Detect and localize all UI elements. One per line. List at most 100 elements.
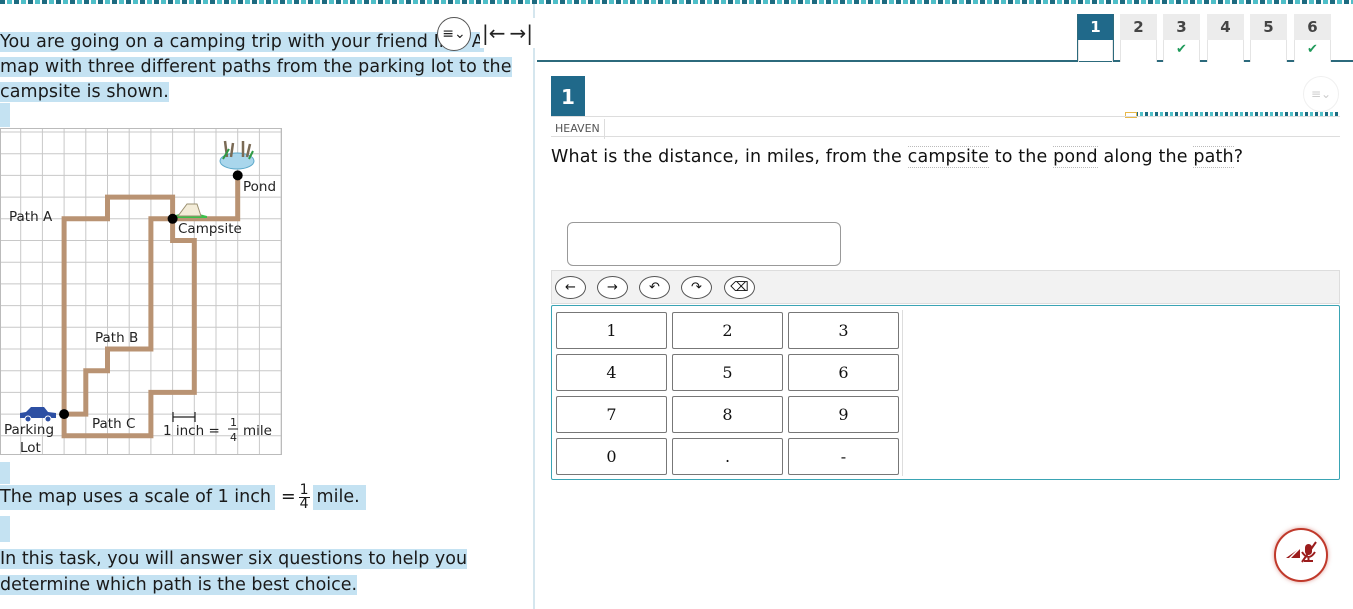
highlight-gap (0, 462, 10, 484)
collapse-left-icon[interactable]: |← (482, 21, 506, 45)
scale-sentence-prefix: The map uses a scale of 1 inch (0, 485, 275, 510)
key-9[interactable]: 9 (788, 396, 899, 433)
tab-number: 2 (1120, 14, 1157, 40)
key-5[interactable]: 5 (672, 354, 783, 391)
parking-point (59, 409, 70, 420)
scale-sentence-fraction: 1 4 (298, 483, 310, 512)
question-part: ? (1233, 147, 1244, 167)
campsite-point (167, 213, 178, 224)
question-tab-2[interactable]: 2 (1120, 14, 1157, 62)
question-part: to the (988, 147, 1054, 167)
scale-sentence-suffix: mile. (312, 485, 366, 510)
check-icon: ✔ (1294, 40, 1331, 62)
expand-right-icon[interactable]: →| (510, 21, 534, 45)
label-path-b: Path B (95, 330, 138, 346)
key-8[interactable]: 8 (672, 396, 783, 433)
key-6[interactable]: 6 (788, 354, 899, 391)
key-1[interactable]: 1 (556, 312, 667, 349)
label-path-a: Path A (9, 209, 53, 225)
arrow-left-icon: ← (565, 280, 576, 295)
tab-number: 3 (1163, 14, 1200, 40)
question-text: What is the distance, in miles, from the… (551, 146, 1244, 168)
intro-line-1: You are going on a camping trip with you… (0, 32, 484, 52)
passage-menu-button[interactable]: ≡⌄ (437, 17, 471, 51)
question-tab-6[interactable]: 6 ✔ (1294, 14, 1331, 62)
highlight-gap (0, 516, 10, 542)
tab-status (1120, 40, 1157, 62)
undo-button[interactable]: ↶ (639, 276, 670, 299)
key-7[interactable]: 7 (556, 396, 667, 433)
pond-icon (219, 140, 255, 170)
item-meta-label: HEAVEN (551, 119, 605, 139)
redo-button[interactable]: ↷ (681, 276, 712, 299)
question-number-badge: 1 (551, 76, 585, 116)
fraction-denominator: 4 (299, 496, 309, 512)
task-line-1: In this task, you will answer six questi… (0, 549, 468, 569)
task-text: In this task, you will answer six questi… (0, 546, 468, 598)
stimulus-pane: You are going on a camping trip with you… (0, 4, 535, 609)
pane-resize-controls: |← →| (480, 18, 535, 48)
redo-icon: ↷ (691, 280, 702, 295)
tab-status (1207, 40, 1244, 62)
glossary-term-path[interactable]: path (1193, 146, 1234, 168)
scale-bar (172, 412, 196, 422)
text-to-speech-mute-button[interactable] (1274, 528, 1328, 582)
backspace-icon: ⌫ (730, 280, 749, 295)
question-menu-button[interactable]: ≡⌄ (1303, 76, 1339, 112)
car-icon (20, 407, 56, 423)
tab-number: 6 (1294, 14, 1331, 40)
key-0[interactable]: 0 (556, 438, 667, 475)
question-tab-3[interactable]: 3 ✔ (1163, 14, 1200, 62)
path-b-line (64, 216, 173, 417)
scale-prefix: 1 inch = (163, 423, 220, 439)
cursor-right-button[interactable]: → (597, 276, 628, 299)
tent-icon (173, 203, 207, 218)
label-campsite: Campsite (178, 221, 242, 237)
glossary-term-campsite[interactable]: campsite (907, 146, 989, 168)
item-pane: 1 2 3 ✔ 4 5 6 ✔ 1 ≡⌄ HEAVEN What is the … (537, 4, 1353, 609)
key-minus[interactable]: - (788, 438, 899, 475)
keypad-toolbar: ← → ↶ ↷ ⌫ (551, 270, 1340, 304)
item-meta-row: HEAVEN (551, 116, 1340, 139)
intro-line-3: campsite is shown. (0, 82, 169, 102)
label-path-c: Path C (92, 416, 135, 432)
tab-status (1078, 40, 1113, 62)
tab-number: 4 (1207, 14, 1244, 40)
key-3[interactable]: 3 (788, 312, 899, 349)
tab-number: 5 (1250, 14, 1287, 40)
keypad-divider (902, 310, 903, 476)
numeric-keypad: 1 2 3 4 5 6 7 8 9 0 . - (551, 305, 1340, 480)
question-tab-4[interactable]: 4 (1207, 14, 1244, 62)
scale-num: 1 (230, 416, 237, 429)
check-icon: ✔ (1163, 40, 1200, 62)
highlight-gap (0, 103, 10, 127)
key-4[interactable]: 4 (556, 354, 667, 391)
answer-input[interactable] (567, 222, 841, 266)
label-pond: Pond (243, 179, 276, 195)
key-2[interactable]: 2 (672, 312, 783, 349)
task-line-2: determine which path is the best choice. (0, 575, 358, 595)
pond-point (232, 170, 243, 181)
cursor-left-button[interactable]: ← (555, 276, 586, 299)
label-parking-2: Lot (20, 440, 41, 455)
question-tab-1[interactable]: 1 (1077, 14, 1114, 62)
tab-number: 1 (1078, 14, 1113, 40)
tab-status (1250, 40, 1287, 62)
key-decimal[interactable]: . (672, 438, 783, 475)
intro-line-2: map with three different paths from the … (0, 57, 512, 77)
question-part: along the (1097, 147, 1194, 167)
scale-sentence: The map uses a scale of 1 inch = 1 4 mil… (0, 483, 366, 512)
camping-map: Path A Path B Path C Pond Campsite Parki… (0, 128, 282, 455)
scale-suffix: mile (243, 423, 272, 439)
arrow-right-icon: → (607, 280, 618, 295)
scale-sentence-equals: = (280, 487, 296, 507)
muted-speaker-mic-icon (1285, 541, 1317, 563)
backspace-button[interactable]: ⌫ (724, 276, 755, 299)
label-parking-1: Parking (4, 422, 54, 438)
question-part: What is the distance, in miles, from the (551, 147, 908, 167)
question-tab-5[interactable]: 5 (1250, 14, 1287, 62)
glossary-term-pond[interactable]: pond (1053, 146, 1098, 168)
menu-icon: ≡⌄ (442, 26, 466, 42)
scale-den: 4 (230, 431, 237, 444)
undo-icon: ↶ (649, 280, 660, 295)
